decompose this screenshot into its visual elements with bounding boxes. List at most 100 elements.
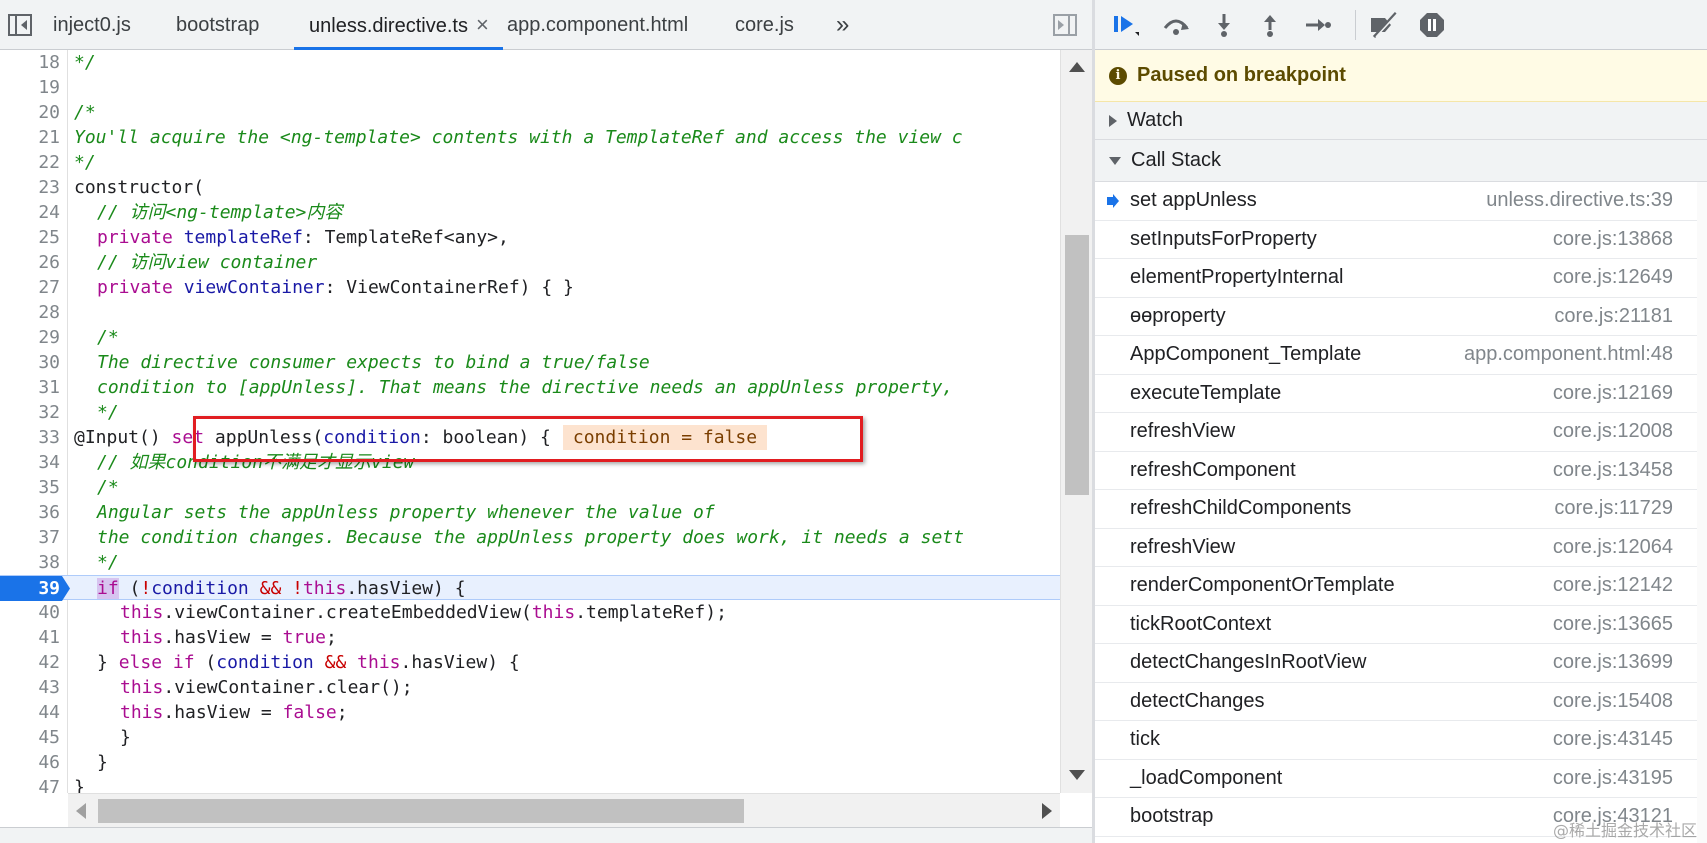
line-number[interactable]: 24 — [0, 200, 60, 225]
line-number[interactable]: 25 — [0, 225, 60, 250]
scroll-thumb[interactable] — [1065, 235, 1089, 495]
frame-location[interactable]: core.js:13665 — [1553, 613, 1673, 636]
frame-location[interactable]: core.js:13699 — [1553, 651, 1673, 674]
line-number[interactable]: 38 — [0, 550, 60, 575]
toggle-navigator-icon[interactable] — [6, 12, 34, 38]
scroll-right-icon[interactable] — [1042, 803, 1052, 819]
deactivate-breakpoints-icon[interactable] — [1367, 9, 1401, 41]
code-text: */ — [74, 52, 96, 73]
line-number[interactable]: 42 — [0, 650, 60, 675]
call-frame[interactable]: executeTemplate core.js:12169 — [1095, 375, 1707, 413]
call-frame[interactable]: refreshComponent core.js:13458 — [1095, 452, 1707, 490]
call-frame[interactable]: tick core.js:43145 — [1095, 721, 1707, 760]
call-frame[interactable]: refreshChildComponents core.js:11729 — [1095, 490, 1707, 529]
line-number[interactable]: 32 — [0, 400, 60, 425]
call-frame[interactable]: tickRootContext core.js:13665 — [1095, 606, 1707, 644]
frame-location[interactable]: core.js:15408 — [1553, 690, 1673, 713]
line-number[interactable]: 19 — [0, 75, 60, 100]
line-number[interactable]: 46 — [0, 750, 60, 775]
frame-location[interactable]: core.js:12649 — [1553, 266, 1673, 289]
call-frame[interactable]: setInputsForProperty core.js:13868 — [1095, 221, 1707, 259]
call-frame[interactable]: _loadComponent core.js:43195 — [1095, 760, 1707, 798]
frame-location[interactable]: core.js:43195 — [1553, 767, 1673, 790]
call-frame[interactable]: renderComponentOrTemplate core.js:12142 — [1095, 567, 1707, 606]
frame-location[interactable]: core.js:12169 — [1553, 382, 1673, 405]
frame-location[interactable]: core.js:11729 — [1554, 497, 1673, 520]
frame-location[interactable]: core.js:13868 — [1553, 228, 1673, 251]
inline-variable-value[interactable]: condition = false — [562, 425, 768, 450]
line-number[interactable]: 45 — [0, 725, 60, 750]
code-line: 18 */ — [0, 50, 1060, 75]
more-tabs-icon[interactable]: » — [836, 0, 849, 50]
line-number[interactable]: 40 — [0, 600, 60, 625]
keyword: else if — [118, 652, 195, 673]
sidebar-scrollbar[interactable] — [1697, 182, 1707, 843]
step-icon[interactable] — [1301, 9, 1335, 41]
tab-core-js[interactable]: core.js — [735, 0, 794, 50]
close-icon[interactable]: × — [476, 0, 489, 50]
line-number[interactable]: 26 — [0, 250, 60, 275]
step-over-icon[interactable] — [1159, 9, 1193, 41]
frame-location[interactable]: app.component.html:48 — [1464, 343, 1673, 366]
line-number[interactable]: 20 — [0, 100, 60, 125]
call-frame[interactable]: refreshView core.js:12064 — [1095, 529, 1707, 567]
line-number[interactable]: 37 — [0, 525, 60, 550]
pause-on-exceptions-icon[interactable] — [1415, 9, 1449, 41]
scroll-down-icon[interactable] — [1069, 770, 1085, 780]
line-number[interactable]: 36 — [0, 500, 60, 525]
toggle-debugger-sidebar-icon[interactable] — [1051, 12, 1079, 38]
frame-location[interactable]: unless.directive.ts:39 — [1486, 189, 1673, 212]
line-number[interactable]: 35 — [0, 475, 60, 500]
keyword: private — [97, 227, 173, 248]
call-frame-current[interactable]: set appUnless unless.directive.ts:39 — [1095, 182, 1707, 221]
tab-bootstrap[interactable]: bootstrap — [176, 0, 259, 50]
editor-horizontal-scrollbar[interactable] — [68, 793, 1060, 827]
code-area[interactable]: 18 */ 19 20 /* 21 You'll acquire the <ng-te… — [0, 50, 1060, 793]
call-frame[interactable]: detectChanges core.js:15408 — [1095, 683, 1707, 721]
line-number[interactable]: 41 — [0, 625, 60, 650]
frame-location[interactable]: core.js:12008 — [1553, 420, 1673, 443]
tab-unless-directive[interactable]: unless.directive.ts × — [294, 0, 503, 50]
step-into-icon[interactable] — [1207, 9, 1241, 41]
call-frame[interactable]: ɵɵproperty core.js:21181 — [1095, 298, 1707, 336]
line-number[interactable]: 39 — [0, 576, 60, 601]
line-number[interactable]: 23 — [0, 175, 60, 200]
resume-icon[interactable] — [1109, 9, 1143, 41]
scroll-thumb[interactable] — [98, 799, 744, 823]
scroll-up-icon[interactable] — [1069, 62, 1085, 72]
line-number[interactable]: 31 — [0, 375, 60, 400]
tab-app-component-html[interactable]: app.component.html — [507, 0, 688, 50]
line-number[interactable]: 47 — [0, 775, 60, 793]
line-number[interactable]: 34 — [0, 450, 60, 475]
frame-function: tickRootContext — [1130, 612, 1272, 635]
line-number[interactable]: 33 — [0, 425, 60, 450]
scroll-left-icon[interactable] — [76, 803, 86, 819]
call-frame[interactable]: refreshView core.js:12008 — [1095, 413, 1707, 452]
line-number[interactable]: 18 — [0, 50, 60, 75]
line-number[interactable]: 43 — [0, 675, 60, 700]
tab-inject0[interactable]: inject0.js — [53, 0, 131, 50]
call-frame[interactable]: AppComponent_Template app.component.html:… — [1095, 336, 1707, 375]
watch-section-header[interactable]: Watch — [1095, 102, 1707, 140]
frame-location[interactable]: core.js:13458 — [1553, 459, 1673, 482]
line-number[interactable]: 28 — [0, 300, 60, 325]
frame-location[interactable]: core.js:21181 — [1554, 305, 1673, 328]
step-out-icon[interactable] — [1253, 9, 1287, 41]
line-number[interactable]: 30 — [0, 350, 60, 375]
line-number[interactable]: 27 — [0, 275, 60, 300]
frame-location[interactable]: core.js:12142 — [1553, 574, 1673, 597]
line-number[interactable]: 44 — [0, 700, 60, 725]
frame-location[interactable]: core.js:12064 — [1553, 536, 1673, 559]
code-line: 21 You'll acquire the <ng-template> conte… — [0, 125, 1060, 150]
editor-vertical-scrollbar[interactable] — [1060, 50, 1092, 793]
frame-location[interactable]: core.js:43145 — [1553, 728, 1673, 751]
line-number[interactable]: 29 — [0, 325, 60, 350]
call-frame[interactable]: elementPropertyInternal core.js:12649 — [1095, 259, 1707, 298]
callstack-section-header[interactable]: Call Stack — [1095, 140, 1707, 182]
frame-function: detectChanges — [1130, 689, 1265, 712]
toolbar-separator — [1355, 10, 1356, 40]
call-frame[interactable]: detectChangesInRootView core.js:13699 — [1095, 644, 1707, 683]
line-number[interactable]: 21 — [0, 125, 60, 150]
line-number[interactable]: 22 — [0, 150, 60, 175]
code-fragment: : TemplateRef<any>, — [302, 227, 509, 248]
